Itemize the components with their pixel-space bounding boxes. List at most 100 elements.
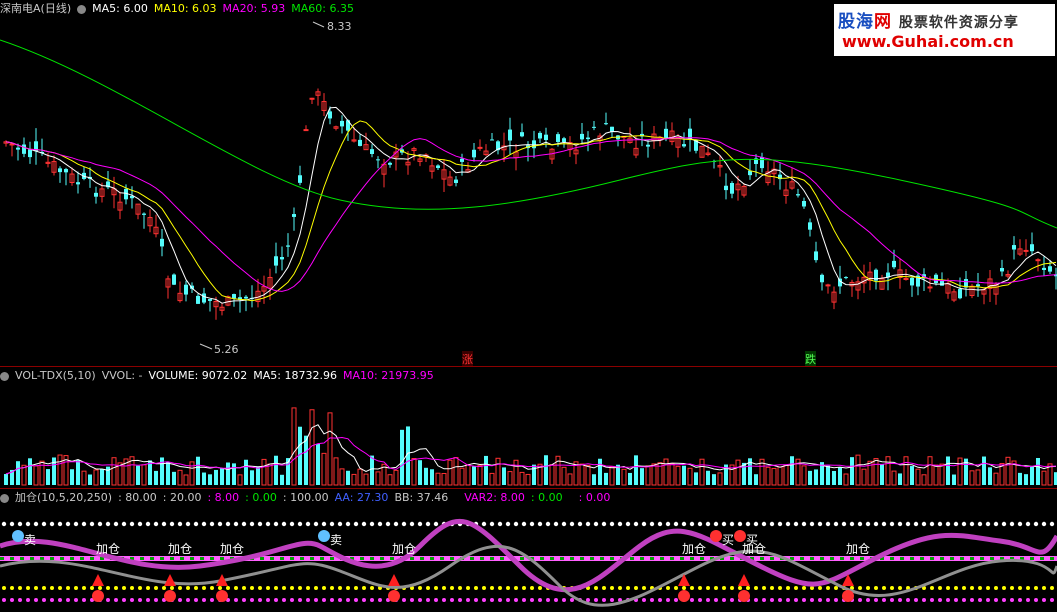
white-dot <box>57 521 63 527</box>
volume-bar <box>525 473 531 486</box>
white-dot <box>425 521 431 527</box>
ind-settings-icon[interactable] <box>0 493 9 503</box>
magenta-dot <box>1002 598 1006 602</box>
yellow-dot <box>210 586 214 590</box>
volume-bar <box>735 459 741 486</box>
magenta-dot <box>898 598 902 602</box>
yellow-dot <box>474 586 478 590</box>
white-dot <box>673 521 679 527</box>
magenta-dot <box>26 598 30 602</box>
white-dot <box>817 521 823 527</box>
white-dot <box>1033 521 1039 527</box>
candle-body <box>160 238 164 247</box>
volume-bar <box>226 462 230 485</box>
white-dot <box>529 521 535 527</box>
volume-bar <box>663 458 669 486</box>
white-dot <box>153 521 159 527</box>
volume-bar <box>495 457 501 486</box>
magenta-dot <box>314 598 318 602</box>
candle-body <box>376 159 380 161</box>
yellow-dot <box>522 586 526 590</box>
yellow-dot <box>890 586 894 590</box>
candle-body <box>172 274 176 285</box>
green-tick <box>360 557 364 560</box>
magenta-dot <box>930 598 934 602</box>
candle-body <box>208 299 212 301</box>
yellow-dot <box>786 586 790 590</box>
yellow-dot <box>1034 586 1038 590</box>
candle-body <box>586 137 590 140</box>
volume-bar <box>1041 470 1047 486</box>
magenta-dot <box>434 598 438 602</box>
green-tick <box>940 557 944 560</box>
volume-bar <box>52 457 56 485</box>
magenta-dot <box>186 598 190 602</box>
white-dot <box>609 521 615 527</box>
white-dot <box>513 521 519 527</box>
white-dot <box>113 521 119 527</box>
indicator-header: 加仓(10,5,20,250) : 80.00 : 20.00 : 8.00 :… <box>0 490 610 506</box>
green-tick <box>760 557 764 560</box>
volume-bar <box>957 457 963 486</box>
vol-settings-icon[interactable] <box>0 371 9 381</box>
high-price-pointer <box>312 21 325 28</box>
green-tick <box>770 557 774 560</box>
magenta-dot <box>914 598 918 602</box>
volume-bar <box>472 466 476 485</box>
volume-bar <box>921 474 927 486</box>
white-dot <box>25 521 31 527</box>
white-dot <box>953 521 959 527</box>
mai-label: 买 <box>722 533 734 547</box>
vol-name[interactable]: VOL-TDX(5,10) <box>15 368 96 384</box>
green-tick <box>200 557 204 560</box>
volume-bar <box>291 407 297 486</box>
signal-ball-icon <box>12 530 24 542</box>
volume-bar <box>316 443 320 485</box>
white-dot <box>977 521 983 527</box>
magenta-dot <box>650 598 654 602</box>
green-tick <box>50 557 54 560</box>
white-dot <box>169 521 175 527</box>
candle-body <box>184 284 188 295</box>
candle-body <box>604 123 608 125</box>
candle-body <box>94 192 98 197</box>
green-tick <box>820 557 824 560</box>
price-chart[interactable] <box>0 0 1057 366</box>
white-dot <box>761 521 767 527</box>
yellow-dot <box>90 586 94 590</box>
jiacang-label: 加仓 <box>168 542 192 556</box>
candle-body <box>724 185 728 191</box>
yellow-dot <box>138 586 142 590</box>
magenta-dot <box>994 598 998 602</box>
volume-bar <box>196 456 200 485</box>
magenta-dot <box>610 598 614 602</box>
volume-bar <box>933 464 939 486</box>
candle-body <box>16 147 20 150</box>
volume-bar <box>111 457 117 486</box>
magenta-dot <box>1018 598 1022 602</box>
indicator-chart[interactable]: 加仓 加仓 加仓 加仓 加仓 加仓 加仓卖卖买买 <box>0 506 1057 612</box>
volume-bar <box>891 470 897 486</box>
candle-body <box>358 139 362 146</box>
magenta-dot <box>1050 598 1054 602</box>
yellow-dot <box>506 586 510 590</box>
yellow-dot <box>314 586 318 590</box>
volume-bar <box>706 470 710 485</box>
magenta-dot <box>1010 598 1014 602</box>
green-tick <box>660 557 664 560</box>
yellow-dot <box>434 586 438 590</box>
yellow-dot <box>18 586 22 590</box>
volume-chart[interactable] <box>0 385 1057 487</box>
ind-name[interactable]: 加仓(10,5,20,250) <box>15 490 112 506</box>
yellow-dot <box>186 586 190 590</box>
candle-body <box>592 126 596 128</box>
volume-bar <box>532 464 536 485</box>
magenta-dot <box>786 598 790 602</box>
volume-bar <box>915 468 921 486</box>
magenta-dot <box>282 598 286 602</box>
magenta-dot <box>874 598 878 602</box>
yellow-dot <box>34 586 38 590</box>
volume-bar <box>70 469 74 485</box>
magenta-dot <box>370 598 374 602</box>
candle-body <box>508 129 512 141</box>
